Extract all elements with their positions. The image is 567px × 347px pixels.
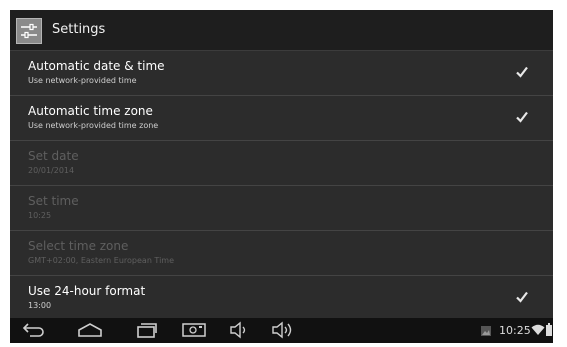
checkbox-checked-icon[interactable] <box>515 290 529 304</box>
setting-summary: 10:25 <box>28 211 52 220</box>
setting-select-time-zone: Select time zone GMT+02:00, Eastern Euro… <box>10 231 553 276</box>
navigation-bar: 10:25 <box>10 318 553 343</box>
battery-icon <box>546 323 552 336</box>
action-bar: Settings <box>10 10 553 51</box>
setting-set-time: Set time 10:25 <box>10 186 553 231</box>
setting-summary: Use network-provided time <box>28 76 137 85</box>
page-title: Settings <box>52 22 106 37</box>
setting-summary: 20/01/2014 <box>28 166 75 175</box>
setting-title: Select time zone <box>28 239 129 253</box>
status-clock: 10:25 <box>499 324 531 337</box>
setting-use-24-hour-format[interactable]: Use 24-hour format 13:00 <box>10 276 553 321</box>
wifi-icon <box>531 324 545 335</box>
setting-automatic-date-time[interactable]: Automatic date & time Use network-provid… <box>10 51 553 96</box>
volume-up-icon[interactable] <box>270 321 296 339</box>
back-icon[interactable] <box>20 321 46 339</box>
setting-title: Set date <box>28 149 79 163</box>
checkbox-checked-icon[interactable] <box>515 65 529 79</box>
gallery-notification-icon <box>481 326 491 336</box>
recent-apps-icon[interactable] <box>134 321 158 339</box>
settings-list: Automatic date & time Use network-provid… <box>10 51 553 321</box>
setting-title: Automatic date & time <box>28 59 165 73</box>
setting-title: Automatic time zone <box>28 104 153 118</box>
screenshot-icon[interactable] <box>181 321 207 339</box>
setting-automatic-time-zone[interactable]: Automatic time zone Use network-provided… <box>10 96 553 141</box>
setting-summary: 13:00 <box>28 301 52 310</box>
setting-summary: GMT+02:00, Eastern European Time <box>28 256 175 265</box>
settings-screen: Settings Automatic date & time Use netwo… <box>10 10 553 343</box>
setting-set-date: Set date 20/01/2014 <box>10 141 553 186</box>
home-icon[interactable] <box>76 321 104 339</box>
volume-down-icon[interactable] <box>228 321 250 339</box>
setting-summary: Use network-provided time zone <box>28 121 159 130</box>
setting-title: Set time <box>28 194 79 208</box>
checkbox-checked-icon[interactable] <box>515 110 529 124</box>
setting-title: Use 24-hour format <box>28 284 146 298</box>
settings-sliders-icon[interactable] <box>16 18 42 44</box>
